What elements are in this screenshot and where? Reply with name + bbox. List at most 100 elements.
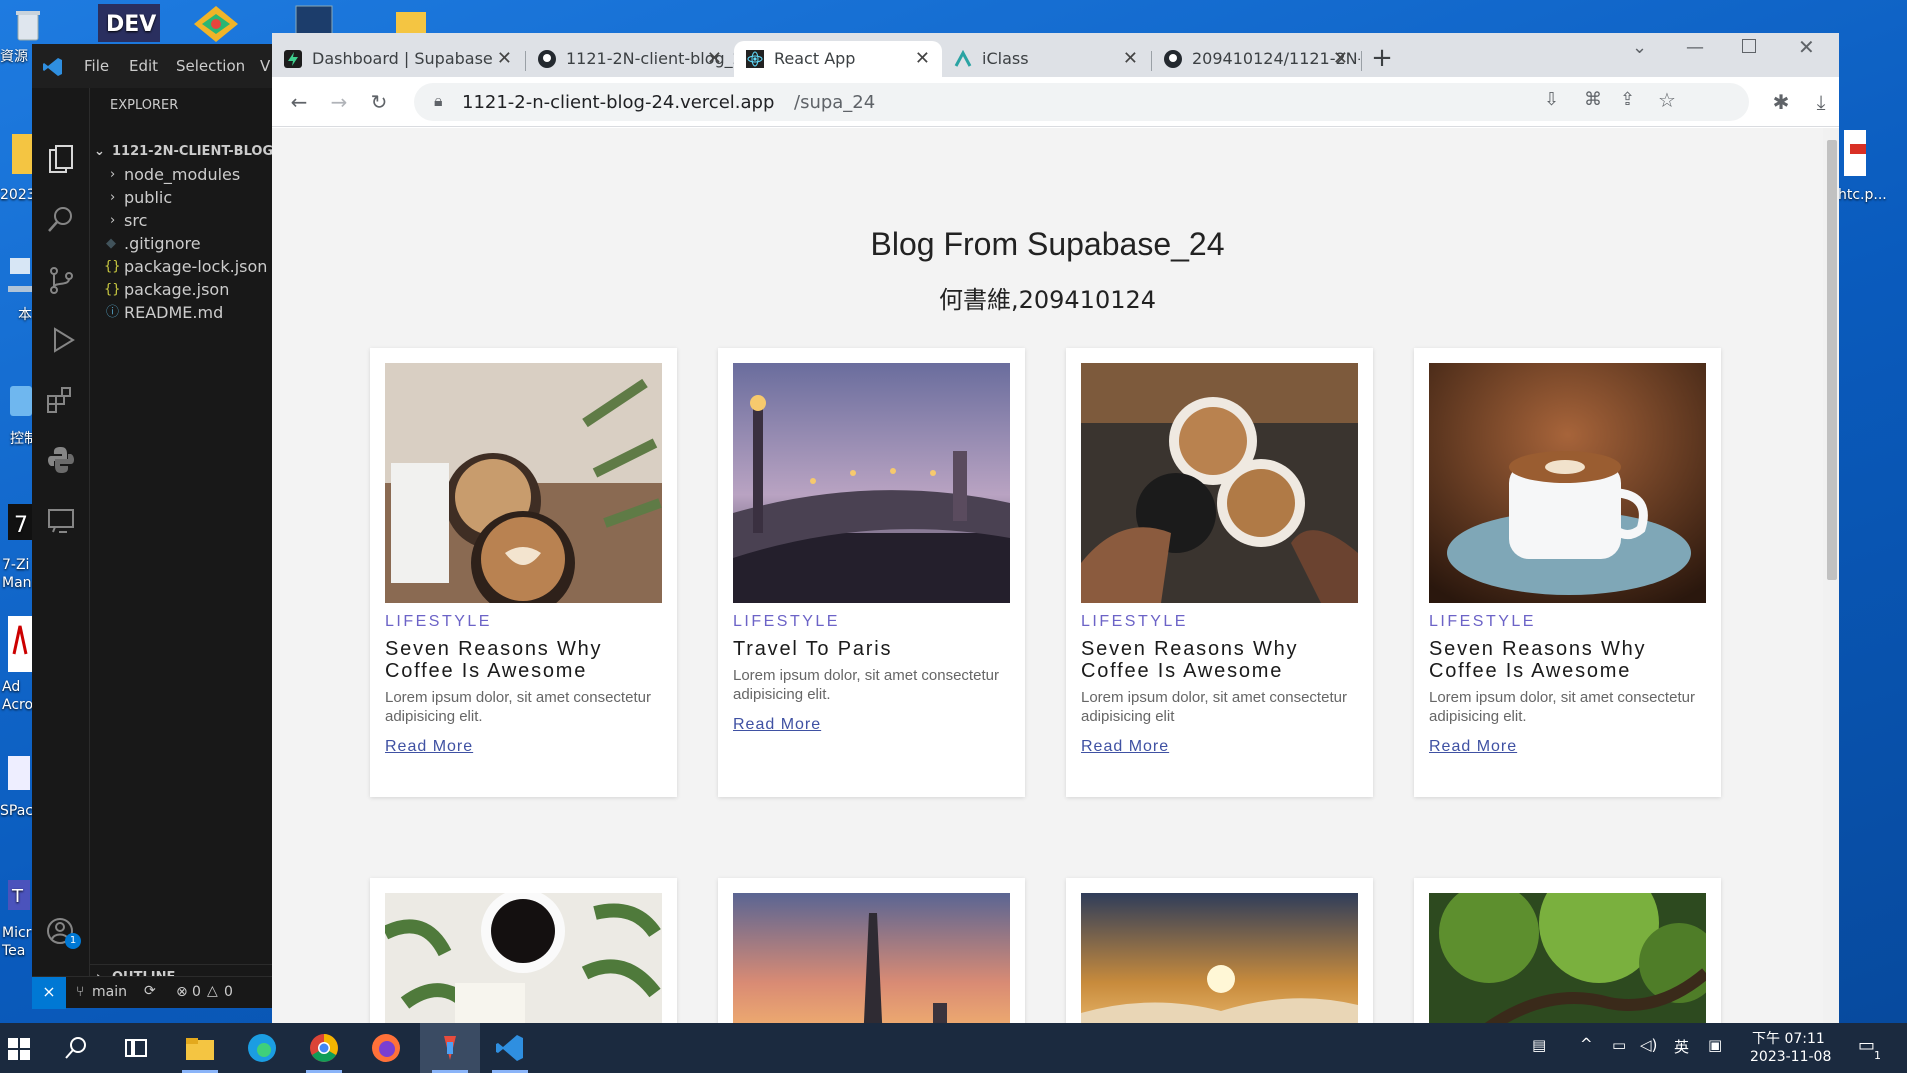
- read-more-link[interactable]: Read More: [1081, 738, 1169, 756]
- translate-icon[interactable]: ⌘: [1584, 89, 1602, 110]
- file-explorer-icon[interactable]: [184, 1032, 216, 1064]
- card-title: Seven Reasons Why Coffee Is Awesome: [1429, 638, 1647, 682]
- read-more-link[interactable]: Read More: [385, 738, 473, 756]
- read-more-link[interactable]: Read More: [1429, 738, 1517, 756]
- vscode-taskbar-icon[interactable]: [494, 1032, 526, 1064]
- 7zip-icon[interactable]: 7: [6, 502, 34, 555]
- notification-icon[interactable]: ▭: [1858, 1035, 1875, 1056]
- close-window-button[interactable]: ✕: [1798, 35, 1815, 59]
- url-path: /supa_24: [794, 92, 876, 113]
- tab-github-repo[interactable]: 1121-2N-client-blog_2 ✕: [526, 41, 734, 77]
- network-icon[interactable]: ▭: [1612, 1036, 1626, 1054]
- remote-indicator-icon[interactable]: ⨯: [32, 977, 66, 1009]
- extensions-puzzle-icon[interactable]: ✱: [1766, 87, 1796, 117]
- pdf-icon[interactable]: [1840, 128, 1870, 183]
- menu-selection[interactable]: Selection: [176, 57, 245, 75]
- browser-window: Dashboard | Supabase ✕ 1121-2N-client-bl…: [272, 33, 1839, 1023]
- github-icon: [538, 50, 556, 68]
- tab-github-user[interactable]: 209410124/1121-2N-c ✕: [1152, 41, 1360, 77]
- desktop-label-teams: Micr Tea: [2, 925, 32, 959]
- bookmark-star-icon[interactable]: ☆: [1658, 88, 1676, 112]
- blog-card[interactable]: LIFESTYLE Travel To Paris Lorem ipsum do…: [718, 348, 1025, 797]
- volume-icon[interactable]: ◁): [1640, 1036, 1657, 1054]
- run-debug-icon[interactable]: [45, 324, 77, 356]
- app-colorful-icon[interactable]: [192, 4, 240, 49]
- search-icon[interactable]: [45, 204, 77, 236]
- windows-start-icon[interactable]: [4, 1032, 36, 1064]
- python-icon[interactable]: [45, 444, 77, 476]
- desktop-label-computer: 本: [18, 307, 32, 323]
- close-icon[interactable]: ✕: [1123, 41, 1138, 77]
- dev-icon[interactable]: DEV: [98, 4, 160, 47]
- reload-icon[interactable]: ↻: [364, 87, 394, 117]
- webpage: Blog From Supabase_24 何書維,209410124 LIFE…: [272, 128, 1823, 1023]
- task-view-icon[interactable]: [120, 1032, 152, 1064]
- ime-language[interactable]: 英: [1674, 1036, 1689, 1057]
- card-category: LIFESTYLE: [385, 613, 492, 630]
- tab-react-app[interactable]: React App ✕: [734, 41, 942, 77]
- address-bar[interactable]: 🔒︎ 1121-2-n-client-blog-24.vercel.app /s…: [414, 83, 1749, 121]
- close-icon[interactable]: ✕: [915, 41, 930, 77]
- source-control-icon[interactable]: [45, 264, 77, 296]
- extensions-icon[interactable]: [45, 384, 77, 416]
- tree-item-readme[interactable]: ⓘ README.md: [90, 300, 272, 326]
- install-app-icon[interactable]: ⇩: [1544, 89, 1559, 110]
- firefox-icon[interactable]: [370, 1032, 402, 1064]
- notification-count: 1: [1874, 1049, 1881, 1062]
- teams-icon[interactable]: T: [6, 878, 32, 923]
- blog-card[interactable]: [1414, 878, 1721, 1023]
- acrobat-icon[interactable]: [6, 614, 34, 679]
- page-title: Blog From Supabase_24: [870, 226, 1225, 262]
- close-icon[interactable]: ✕: [1333, 41, 1348, 77]
- minimize-button[interactable]: —: [1686, 37, 1704, 58]
- menu-edit[interactable]: Edit: [129, 57, 158, 75]
- spac-icon[interactable]: [6, 754, 32, 799]
- sync-icon[interactable]: ⟳: [144, 983, 156, 999]
- warning-count[interactable]: 0: [224, 984, 233, 1000]
- clock-date[interactable]: 2023-11-08: [1750, 1049, 1831, 1065]
- browser-toolbar: ← → ↻ 🔒︎ 1121-2-n-client-blog-24.vercel.…: [272, 77, 1839, 127]
- blog-card[interactable]: LIFESTYLE Seven Reasons Why Coffee Is Aw…: [370, 348, 677, 797]
- card-image-coffee: [385, 363, 662, 603]
- blog-card[interactable]: LIFESTYLE Seven Reasons Why Coffee Is Aw…: [1066, 348, 1373, 797]
- blog-card[interactable]: [1066, 878, 1373, 1023]
- new-tab-button[interactable]: +: [1364, 41, 1400, 77]
- menu-file[interactable]: File: [84, 57, 109, 75]
- card-image-coffee-cup: [1429, 363, 1706, 603]
- app-pinned-icon[interactable]: [434, 1032, 466, 1064]
- download-icon[interactable]: ⤓: [1806, 87, 1836, 117]
- card-category: LIFESTYLE: [1429, 613, 1536, 630]
- search-icon[interactable]: [60, 1032, 92, 1064]
- control-panel-icon[interactable]: [8, 384, 34, 425]
- input-indicator-icon[interactable]: ▤: [1532, 1036, 1546, 1054]
- forward-arrow-icon[interactable]: →: [324, 87, 354, 117]
- tab-iclass[interactable]: iClass ✕: [942, 41, 1150, 77]
- maximize-button[interactable]: [1742, 39, 1756, 53]
- remote-explorer-icon[interactable]: [45, 504, 77, 536]
- blog-card[interactable]: LIFESTYLE Seven Reasons Why Coffee Is Aw…: [1414, 348, 1721, 797]
- clock-time[interactable]: 下午 07:11: [1752, 1028, 1825, 1048]
- chrome-icon[interactable]: [308, 1032, 340, 1064]
- close-icon[interactable]: ✕: [497, 41, 512, 77]
- read-more-link[interactable]: Read More: [733, 716, 821, 734]
- vscode-statusbar: ⨯ ⑂ main ⟳ ⊗ 0 △ 0: [32, 976, 272, 1009]
- back-arrow-icon[interactable]: ←: [284, 87, 314, 117]
- tab-search-chevron-icon[interactable]: ⌄: [1632, 37, 1647, 58]
- computer-icon[interactable]: [8, 252, 34, 307]
- card-description: Lorem ipsum dolor, sit amet consectetur …: [1081, 689, 1347, 725]
- blog-card[interactable]: [718, 878, 1025, 1023]
- explorer-icon[interactable]: [45, 144, 77, 176]
- lock-icon[interactable]: 🔒︎: [434, 91, 443, 111]
- edge-icon[interactable]: [246, 1032, 278, 1064]
- chevron-up-icon[interactable]: ^: [1580, 1035, 1593, 1053]
- ime-mode-icon[interactable]: ▣: [1708, 1036, 1722, 1054]
- page-scrollbar[interactable]: [1823, 128, 1839, 1023]
- close-icon[interactable]: ✕: [707, 41, 722, 77]
- menu-view[interactable]: V: [260, 57, 270, 75]
- scrollbar-thumb[interactable]: [1827, 140, 1837, 580]
- share-icon[interactable]: ⇪: [1620, 89, 1635, 110]
- blog-card[interactable]: [370, 878, 677, 1023]
- tab-supabase[interactable]: Dashboard | Supabase ✕: [272, 41, 524, 77]
- error-count[interactable]: 0: [192, 984, 201, 1000]
- git-branch[interactable]: main: [92, 984, 127, 1000]
